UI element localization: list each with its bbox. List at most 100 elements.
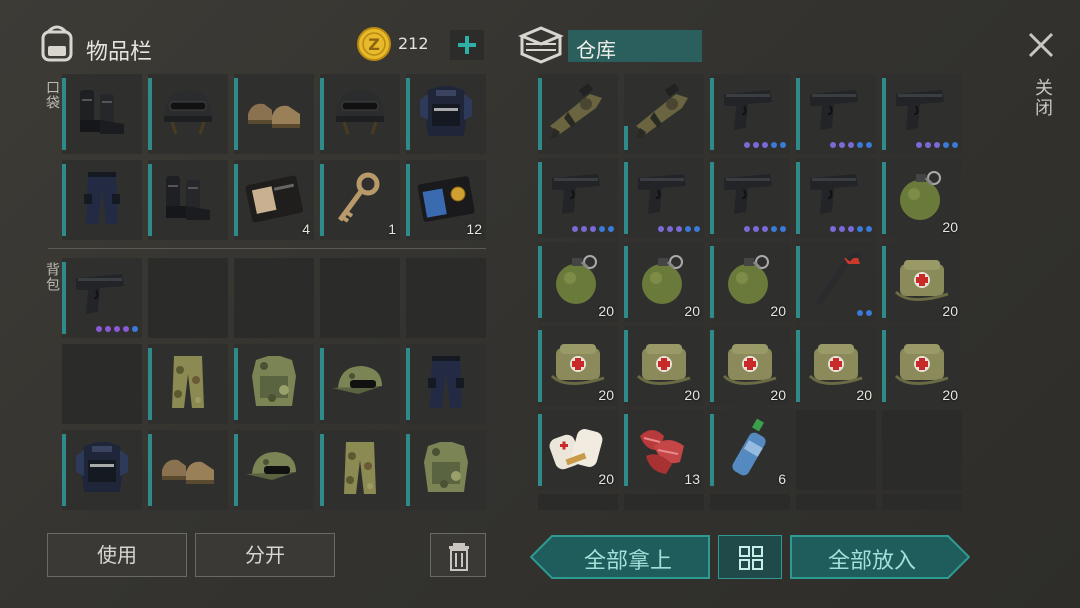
slot-accent-bar xyxy=(624,330,628,402)
storage-slot[interactable] xyxy=(796,242,876,322)
shoes-icon xyxy=(248,103,300,128)
pocket-slot[interactable] xyxy=(148,74,228,154)
slot-accent-bar xyxy=(710,414,714,486)
storage-slot[interactable]: 13 xyxy=(624,410,704,490)
backpack-slot[interactable] xyxy=(62,430,142,510)
slot-accent-bar xyxy=(624,162,628,234)
trash-button[interactable] xyxy=(430,533,486,577)
slot-accent-bar xyxy=(406,434,410,506)
backpack-slot[interactable] xyxy=(406,344,486,424)
storage-slot[interactable] xyxy=(538,74,618,154)
backpack-slot[interactable] xyxy=(148,344,228,424)
use-button[interactable]: 使用 xyxy=(47,533,187,577)
slot-accent-bar xyxy=(796,78,800,150)
item-count: 13 xyxy=(684,471,700,487)
slot-accent-bar xyxy=(538,414,542,486)
backpack-slot-empty[interactable] xyxy=(234,258,314,338)
pistol-icon xyxy=(724,174,772,214)
storage-slot[interactable] xyxy=(796,74,876,154)
police-vest-icon xyxy=(76,442,128,492)
backpack-slot-empty[interactable] xyxy=(406,258,486,338)
slot-accent-bar xyxy=(882,78,886,150)
backpack-slot[interactable] xyxy=(234,344,314,424)
backpack-slot-empty[interactable] xyxy=(62,344,142,424)
pistol-icon xyxy=(896,90,944,130)
pocket-slot[interactable] xyxy=(62,74,142,154)
slot-accent-bar xyxy=(796,246,800,318)
police-pants-icon xyxy=(428,356,464,408)
storage-slot[interactable]: 20 xyxy=(538,410,618,490)
item-count: 20 xyxy=(598,303,614,319)
pocket-slot[interactable] xyxy=(148,160,228,240)
camo-pants-icon xyxy=(344,442,376,494)
storage-slot[interactable] xyxy=(710,158,790,238)
storage-slot-empty[interactable] xyxy=(882,410,962,490)
storage-slot[interactable]: 20 xyxy=(538,242,618,322)
storage-slot-empty[interactable] xyxy=(796,410,876,490)
item-count: 1 xyxy=(388,221,396,237)
sort-button[interactable] xyxy=(718,535,782,579)
backpack-icon xyxy=(38,22,76,66)
storage-slot[interactable]: 6 xyxy=(710,410,790,490)
pocket-slot[interactable] xyxy=(320,74,400,154)
pocket-slot[interactable]: 12 xyxy=(406,160,486,240)
backpack-slot[interactable] xyxy=(406,430,486,510)
storage-slot[interactable]: 20 xyxy=(882,158,962,238)
pocket-slot[interactable] xyxy=(62,160,142,240)
slot-accent-bar xyxy=(882,246,886,318)
take-all-label: 全部拿上 xyxy=(583,549,672,574)
slot-accent-bar xyxy=(538,246,542,318)
storage-slot[interactable]: 20 xyxy=(796,326,876,406)
storage-slot[interactable]: 20 xyxy=(624,242,704,322)
slot-accent-bar xyxy=(234,434,238,506)
trash-icon xyxy=(449,543,469,571)
pocket-slot[interactable]: 4 xyxy=(234,160,314,240)
helmet-icon xyxy=(336,90,384,135)
rarity-dots xyxy=(857,310,872,316)
boots-icon xyxy=(80,90,124,134)
backpack-slot-empty[interactable] xyxy=(320,258,400,338)
storage-slot[interactable]: 20 xyxy=(624,326,704,406)
item-count: 6 xyxy=(778,471,786,487)
pocket-slot[interactable] xyxy=(406,74,486,154)
inventory-title: 物品栏 xyxy=(86,40,153,65)
rarity-dots xyxy=(658,226,700,232)
slot-accent-bar xyxy=(234,78,238,150)
storage-slot[interactable] xyxy=(710,74,790,154)
backpack-slot[interactable] xyxy=(62,258,142,338)
storage-slot[interactable] xyxy=(624,158,704,238)
rarity-dots xyxy=(830,142,872,148)
put-all-button[interactable]: 全部放入 xyxy=(790,535,970,579)
grenade-launcher-icon xyxy=(550,83,602,138)
storage-slot[interactable]: 20 xyxy=(710,326,790,406)
pocket-slot[interactable]: 1 xyxy=(320,160,400,240)
backpack-slot[interactable] xyxy=(234,430,314,510)
storage-slot[interactable]: 20 xyxy=(882,326,962,406)
backpack-slot-empty[interactable] xyxy=(148,258,228,338)
slot-accent-bar xyxy=(624,246,628,318)
storage-slot[interactable] xyxy=(882,74,962,154)
storage-slot[interactable] xyxy=(796,158,876,238)
storage-slot[interactable]: 20 xyxy=(882,242,962,322)
backpack-slot[interactable] xyxy=(320,430,400,510)
storage-slot[interactable] xyxy=(538,158,618,238)
slot-accent-bar xyxy=(882,330,886,402)
slot-accent-bar xyxy=(710,162,714,234)
storage-slot[interactable]: 20 xyxy=(710,242,790,322)
shoes-icon xyxy=(162,459,214,484)
close-label: 关闭 xyxy=(1032,78,1053,118)
close-button[interactable]: 关闭 xyxy=(1018,26,1064,136)
backpack-slot[interactable] xyxy=(320,344,400,424)
pocket-slot[interactable] xyxy=(234,74,314,154)
add-coins-button[interactable] xyxy=(450,30,484,60)
storage-slot[interactable] xyxy=(624,74,704,154)
backpack-slot[interactable] xyxy=(148,430,228,510)
rarity-dots xyxy=(744,226,786,232)
slot-accent-bar xyxy=(882,162,886,234)
pistol-icon xyxy=(638,174,686,214)
split-button[interactable]: 分开 xyxy=(195,533,335,577)
slot-accent-bar xyxy=(320,348,324,420)
storage-slot[interactable]: 20 xyxy=(538,326,618,406)
slot-accent-bar xyxy=(62,262,66,334)
take-all-button[interactable]: 全部拿上 xyxy=(530,535,710,579)
